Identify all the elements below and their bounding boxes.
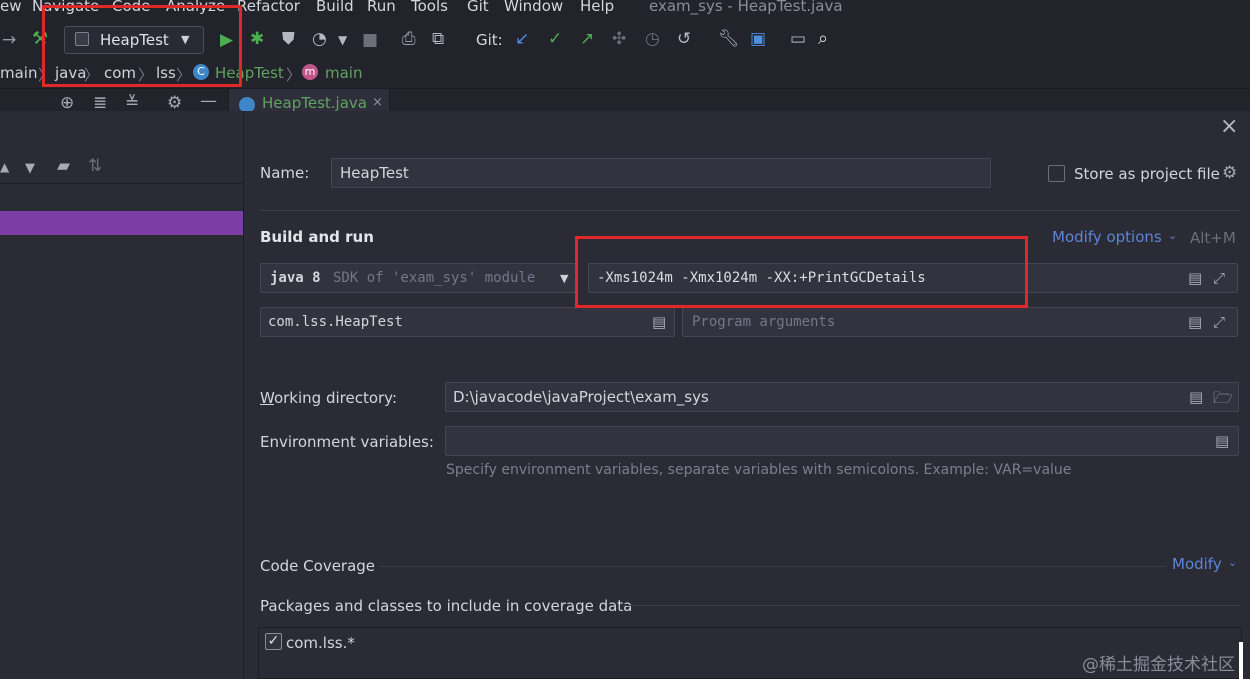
terminal-icon[interactable]: ▭ bbox=[790, 31, 806, 48]
history-icon[interactable]: ◷ bbox=[645, 31, 660, 48]
name-label: Name: bbox=[260, 164, 310, 182]
menu-git[interactable]: Git bbox=[467, 0, 489, 15]
expand-field-icon[interactable]: ⤢ bbox=[1213, 313, 1225, 331]
close-tab-icon[interactable]: × bbox=[372, 95, 383, 110]
git-push-icon[interactable]: ↗ bbox=[580, 31, 594, 48]
breadcrumb-main-method[interactable]: main bbox=[325, 64, 362, 82]
collapse-all-icon[interactable]: ≚ bbox=[125, 95, 139, 112]
settings-wrench-icon[interactable]: 🔧︎ bbox=[718, 31, 740, 48]
gear-icon[interactable]: ⚙ bbox=[1222, 163, 1237, 183]
chevron-down-icon: ▼ bbox=[560, 272, 569, 285]
package-include-checkbox[interactable]: ✓ bbox=[265, 633, 282, 650]
config-tree-panel: ▲ ▼ ▰ ⇅ bbox=[0, 111, 244, 679]
jre-select-detail: SDK of 'exam_sys' module bbox=[333, 270, 536, 286]
environment-variables-input[interactable]: ▤ bbox=[445, 426, 1239, 456]
dialog-close-icon[interactable]: × bbox=[1220, 114, 1238, 139]
code-coverage-divider bbox=[380, 566, 1166, 567]
menu-window[interactable]: Window bbox=[504, 0, 563, 15]
menu-refactor[interactable]: Refactor bbox=[237, 0, 300, 15]
profile-icon[interactable]: ◔ bbox=[312, 31, 327, 48]
git-label: Git: bbox=[476, 31, 503, 49]
scrollbar[interactable] bbox=[1239, 642, 1243, 679]
main-class-value: com.lss.HeapTest bbox=[268, 314, 403, 330]
store-as-project-file-label: Store as project file bbox=[1074, 165, 1220, 183]
menu-run[interactable]: Run bbox=[367, 0, 396, 15]
working-directory-label-text: orking directory: bbox=[273, 389, 398, 407]
breadcrumb-separator-icon: 〉 bbox=[286, 66, 302, 84]
menu-build[interactable]: Build bbox=[316, 0, 354, 15]
rollback-icon[interactable]: ↺ bbox=[677, 31, 691, 48]
name-input-value: HeapTest bbox=[340, 164, 409, 182]
code-coverage-heading: Code Coverage bbox=[260, 557, 376, 575]
menu-tools[interactable]: Tools bbox=[411, 0, 448, 15]
move-up-icon[interactable]: ▲ bbox=[0, 159, 9, 176]
selected-config-row[interactable] bbox=[0, 211, 243, 235]
breadcrumb-main[interactable]: main bbox=[0, 64, 37, 82]
profile-dropdown-icon[interactable]: ▼ bbox=[338, 32, 347, 49]
packages-divider bbox=[622, 605, 1240, 606]
menu-help[interactable]: Help bbox=[580, 0, 614, 15]
store-as-project-file-checkbox[interactable] bbox=[1048, 165, 1065, 182]
expand-text-icon[interactable]: ▤ bbox=[1188, 269, 1202, 287]
attach-debugger-icon[interactable]: ⎙ bbox=[402, 31, 416, 48]
git-merge-icon[interactable]: ✣ bbox=[612, 31, 626, 48]
modify-coverage-link[interactable]: Modify bbox=[1172, 555, 1222, 573]
name-input[interactable]: HeapTest bbox=[331, 158, 991, 188]
environment-variables-hint: Specify environment variables, separate … bbox=[446, 462, 1072, 478]
hide-icon[interactable]: — bbox=[200, 93, 217, 110]
program-arguments-input[interactable]: Program arguments ▤ ⤢ bbox=[682, 307, 1238, 337]
search-icon[interactable]: ⌕ bbox=[818, 30, 828, 48]
run-config-highlight bbox=[42, 5, 242, 87]
tree-divider bbox=[0, 183, 243, 184]
program-arguments-placeholder: Program arguments bbox=[692, 314, 836, 330]
editor-tab-heaptest[interactable]: HeapTest.java × bbox=[228, 89, 390, 111]
main-class-input[interactable]: com.lss.HeapTest ▤ bbox=[260, 307, 675, 337]
modify-options-link[interactable]: Modify options bbox=[1052, 228, 1162, 246]
project-structure-icon[interactable]: ⧉ bbox=[432, 31, 444, 48]
jre-select-value: java 8 bbox=[270, 270, 321, 286]
jre-select[interactable]: java 8 SDK of 'exam_sys' module ▼ bbox=[260, 263, 576, 293]
chevron-down-icon: ⌄ bbox=[1168, 229, 1178, 242]
git-commit-icon[interactable]: ✓ bbox=[548, 31, 562, 48]
debug-icon[interactable]: ✱ bbox=[250, 31, 264, 48]
expand-all-icon[interactable]: ≣ bbox=[93, 95, 107, 112]
window-title: exam_sys - HeapTest.java bbox=[649, 0, 843, 15]
expand-text-icon[interactable]: ▤ bbox=[1188, 313, 1202, 331]
modify-options-shortcut: Alt+M bbox=[1190, 229, 1236, 247]
edit-env-icon[interactable]: ▤ bbox=[1215, 432, 1229, 450]
stop-icon[interactable]: ■ bbox=[362, 32, 378, 49]
class-icon bbox=[239, 97, 255, 111]
browse-class-icon[interactable]: ▤ bbox=[652, 313, 666, 331]
section-divider bbox=[260, 210, 1240, 211]
new-folder-icon[interactable]: ▰ bbox=[57, 158, 70, 175]
package-item-label: com.lss.* bbox=[286, 634, 355, 652]
working-directory-label: Working directory: bbox=[260, 389, 398, 407]
watermark: @稀土掘金技术社区 bbox=[1082, 655, 1235, 675]
vm-options-highlight bbox=[575, 236, 1028, 308]
coverage-icon[interactable]: ⛊ bbox=[282, 31, 295, 48]
sort-icon[interactable]: ⇅ bbox=[88, 158, 102, 175]
editor-tab-label: HeapTest.java bbox=[262, 94, 367, 111]
locate-icon[interactable]: ⊕ bbox=[60, 95, 74, 112]
insert-macro-icon[interactable]: ▤ bbox=[1189, 388, 1203, 406]
working-directory-input[interactable]: D:\javacode\javaProject\exam_sys ▤ 🗁︎ bbox=[445, 382, 1239, 412]
project-structure-folder-icon[interactable]: ▣ bbox=[750, 31, 766, 48]
packages-label: Packages and classes to include in cover… bbox=[260, 597, 633, 615]
chevron-down-icon: ⌄ bbox=[1228, 556, 1238, 569]
forward-arrow-icon[interactable]: → bbox=[2, 32, 16, 49]
git-update-icon[interactable]: ↙ bbox=[515, 31, 529, 48]
menu-view[interactable]: ew bbox=[0, 0, 22, 15]
environment-variables-label: Environment variables: bbox=[260, 433, 434, 451]
folder-icon[interactable]: 🗁︎ bbox=[1213, 387, 1233, 414]
editor-tab-strip: ⊕ ≣ ≚ ⚙ — HeapTest.java × bbox=[0, 89, 1250, 111]
method-icon: m bbox=[302, 64, 318, 80]
working-directory-value: D:\javacode\javaProject\exam_sys bbox=[453, 388, 709, 406]
gear-icon[interactable]: ⚙ bbox=[167, 95, 182, 112]
move-down-icon[interactable]: ▼ bbox=[25, 160, 35, 177]
build-and-run-heading: Build and run bbox=[260, 228, 374, 246]
expand-field-icon[interactable]: ⤢ bbox=[1213, 269, 1225, 287]
